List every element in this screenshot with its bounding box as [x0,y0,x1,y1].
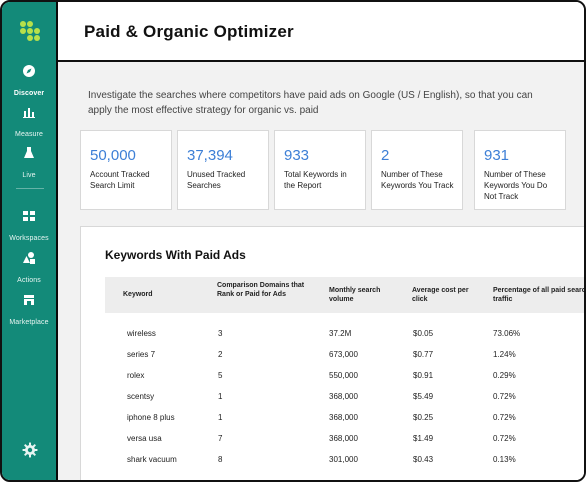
stat-card: 37,394 Unused Tracked Searches [177,130,269,210]
stat-label: Account Tracked Search Limit [90,170,150,190]
cell-keyword: series 7 [127,350,156,359]
cell-cpc: $1.49 [413,434,434,443]
column-header-avg-cpc[interactable]: Average cost per click [412,286,478,304]
stat-value: 931 [484,147,510,164]
stat-value: 37,394 [187,147,233,164]
column-header-keyword[interactable]: Keyword [123,290,203,299]
sidebar-item-live[interactable]: Live [2,146,56,182]
cell-keyword: iphone 8 plus [127,413,175,422]
intro-text: Investigate the searches where competito… [88,90,533,116]
sidebar-item-measure[interactable]: Measure [2,105,56,141]
cell-volume: 673,000 [329,350,358,359]
table-title: Keywords With Paid Ads [105,248,246,262]
table-row[interactable]: rolex 5 550,000 $0.91 0.29% [105,366,584,387]
table-row[interactable]: iphone 8 plus 1 368,000 $0.25 0.72% [105,408,584,429]
stat-value: 2 [381,147,390,164]
cell-keyword: rolex [127,371,145,380]
table-row[interactable]: shark vacuum 8 301,000 $0.43 0.13% [105,450,584,471]
cell-traffic: 0.72% [493,413,516,422]
page-header: Paid & Organic Optimizer [58,2,584,62]
sidebar-item-label: Marketplace [9,319,49,326]
sidebar-divider [16,188,44,189]
stat-card: 2 Number of These Keywords You Track [371,130,463,210]
keywords-panel: Keywords With Paid Ads Keyword Compariso… [80,226,584,480]
cell-traffic: 0.72% [493,434,516,443]
gear-icon[interactable] [22,442,38,458]
shapes-icon [23,252,35,264]
cell-volume: 550,000 [329,371,358,380]
sidebar-item-label: Workspaces [9,235,49,242]
cell-domains: 1 [218,392,223,401]
table-row[interactable]: versa usa 7 368,000 $1.49 0.72% [105,429,584,450]
cell-domains: 8 [218,455,223,464]
cell-traffic: 0.72% [493,392,516,401]
cell-cpc: $0.43 [413,455,434,464]
cell-volume: 37.2M [329,329,352,338]
cell-domains: 3 [218,329,223,338]
sidebar-item-workspaces[interactable]: Workspaces [2,209,56,245]
logo-icon[interactable] [18,21,42,45]
cell-volume: 368,000 [329,413,358,422]
cell-domains: 2 [218,350,223,359]
stat-value: 50,000 [90,147,136,164]
stat-label: Number of These Keywords You Do Not Trac… [484,170,548,201]
sidebar-item-label: Live [22,172,36,179]
cell-keyword: scentsy [127,392,155,401]
sidebar-item-label: Measure [15,131,43,138]
sidebar-item-label: Discover [13,90,45,97]
compass-icon [23,65,35,77]
table-row[interactable]: series 7 2 673,000 $0.77 1.24% [105,345,584,366]
bar-chart-icon [23,108,35,118]
cell-cpc: $0.25 [413,413,434,422]
store-icon [24,295,34,305]
cell-cpc: $0.05 [413,329,434,338]
page-title: Paid & Organic Optimizer [84,22,294,41]
app-window: Discover Measure Live Workspaces Actions… [0,0,586,482]
cell-volume: 368,000 [329,434,358,443]
cell-keyword: shark vacuum [127,455,177,464]
sidebar-item-discover[interactable]: Discover [2,64,56,100]
cell-domains: 5 [218,371,223,380]
stat-card: 933 Total Keywords in the Report [274,130,366,210]
cell-traffic: 0.13% [493,455,516,464]
table-header: Keyword Comparison Domains that Rank or … [105,277,584,313]
stat-card: 931 Number of These Keywords You Do Not … [474,130,566,210]
sidebar-item-marketplace[interactable]: Marketplace [2,293,56,329]
grid-icon [23,211,35,221]
sidebar-item-actions[interactable]: Actions [2,251,56,287]
cell-traffic: 0.29% [493,371,516,380]
stat-label: Unused Tracked Searches [187,170,246,190]
table-row[interactable]: scentsy 1 368,000 $5.49 0.72% [105,387,584,408]
column-header-comparison-domains[interactable]: Comparison Domains that Rank or Paid for… [217,281,317,299]
column-header-paid-traffic[interactable]: Percentage of all paid search traffic [493,286,584,304]
cell-cpc: $0.77 [413,350,434,359]
cell-domains: 1 [218,413,223,422]
table-row[interactable]: wireless 3 37.2M $0.05 73.06% [105,324,584,345]
stat-card: 50,000 Account Tracked Search Limit [80,130,172,210]
cell-keyword: versa usa [127,434,162,443]
cell-volume: 368,000 [329,392,358,401]
cell-traffic: 73.06% [493,329,521,338]
column-header-monthly-volume[interactable]: Monthly search volume [329,286,395,304]
cell-traffic: 1.24% [493,350,516,359]
stat-label: Total Keywords in the Report [284,170,347,190]
sidebar: Discover Measure Live Workspaces Actions… [2,2,58,480]
cell-keyword: wireless [127,329,156,338]
sidebar-item-label: Actions [17,277,41,284]
stat-value: 933 [284,147,310,164]
cell-volume: 301,000 [329,455,358,464]
cell-cpc: $5.49 [413,392,434,401]
stat-label: Number of These Keywords You Track [381,170,454,190]
flask-icon [24,147,34,158]
cell-cpc: $0.91 [413,371,434,380]
main-content: Investigate the searches where competito… [58,62,584,480]
cell-domains: 7 [218,434,223,443]
